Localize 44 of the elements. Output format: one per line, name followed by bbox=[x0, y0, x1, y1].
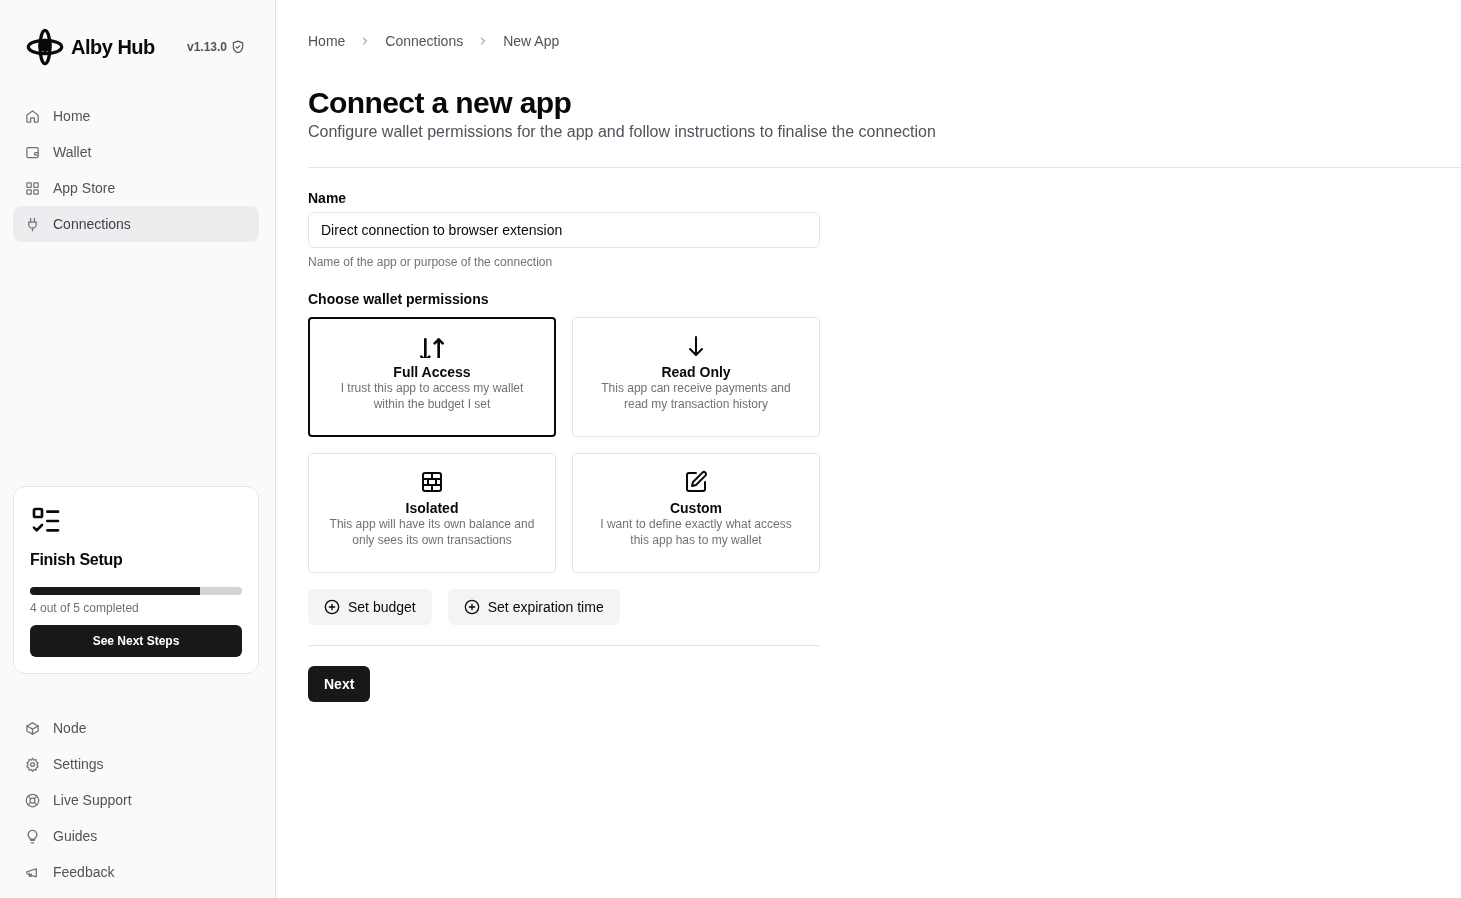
section-label: Choose wallet permissions bbox=[308, 291, 490, 307]
permission-card[interactable]: Isolated This app will have its own balance and only sees its own transactions bbox=[308, 453, 556, 573]
sidebar-item[interactable]: Settings bbox=[13, 746, 259, 782]
sidebar-item[interactable]: Home bbox=[13, 98, 259, 134]
setup-title: Finish Setup bbox=[30, 551, 124, 569]
logo-icon bbox=[25, 27, 65, 67]
grid-icon bbox=[25, 180, 40, 196]
settings-icon bbox=[25, 756, 40, 772]
edit-icon bbox=[684, 470, 708, 494]
next-button[interactable]: Next bbox=[308, 666, 371, 702]
sidebar-item[interactable]: Guides bbox=[13, 818, 259, 854]
field-hint: Name of the app or purpose of the connection bbox=[308, 255, 554, 269]
plug-icon bbox=[25, 216, 40, 232]
permission-card[interactable]: Read Only This app can receive payments and read my transaction history bbox=[572, 317, 820, 437]
wallet-icon bbox=[25, 144, 40, 160]
breadcrumb-link[interactable]: Connections bbox=[385, 33, 464, 49]
next-steps-button[interactable]: See Next Steps bbox=[30, 625, 242, 657]
lifebuoy-icon bbox=[25, 792, 40, 808]
lightbulb-icon bbox=[25, 828, 40, 844]
version-label: v1.13.0 bbox=[186, 40, 245, 54]
brick-wall-icon bbox=[420, 470, 444, 494]
permission-card[interactable]: Custom I want to define exactly what access this app has to my wallet bbox=[572, 453, 820, 573]
sidebar-item[interactable]: Live Support bbox=[13, 782, 259, 818]
brand-logo[interactable]: Alby Hub bbox=[25, 27, 155, 67]
option-button[interactable]: Set budget bbox=[308, 589, 432, 625]
page-title: Connect a new app bbox=[308, 85, 573, 121]
page-subtitle: Configure wallet permissions for the app and follow instructions to finalise the connection bbox=[308, 123, 937, 141]
breadcrumb-link[interactable]: New App bbox=[503, 33, 560, 49]
sidebar-item[interactable]: Feedback bbox=[13, 854, 259, 890]
permission-card[interactable]: Full Access I trust this app to access my wallet within the budget I set bbox=[308, 317, 556, 437]
shield-check-icon bbox=[231, 40, 245, 54]
sidebar-item[interactable]: App Store bbox=[13, 170, 259, 206]
field-label: Name bbox=[308, 190, 348, 206]
input-field[interactable]: Direct connection to browser extension bbox=[308, 212, 820, 248]
breadcrumb-link[interactable]: Home bbox=[308, 33, 346, 49]
sidebar-item[interactable]: Node bbox=[13, 710, 259, 746]
option-button[interactable]: Set expiration time bbox=[447, 589, 620, 625]
progress-text: 4 out of 5 completed bbox=[30, 601, 140, 615]
cube-icon bbox=[25, 720, 40, 736]
plus-circle-icon bbox=[463, 599, 480, 615]
sidebar-item[interactable]: Connections bbox=[13, 206, 259, 242]
sidebar-item[interactable]: Wallet bbox=[13, 134, 259, 170]
home-icon bbox=[25, 108, 40, 124]
plus-circle-icon bbox=[324, 599, 340, 615]
